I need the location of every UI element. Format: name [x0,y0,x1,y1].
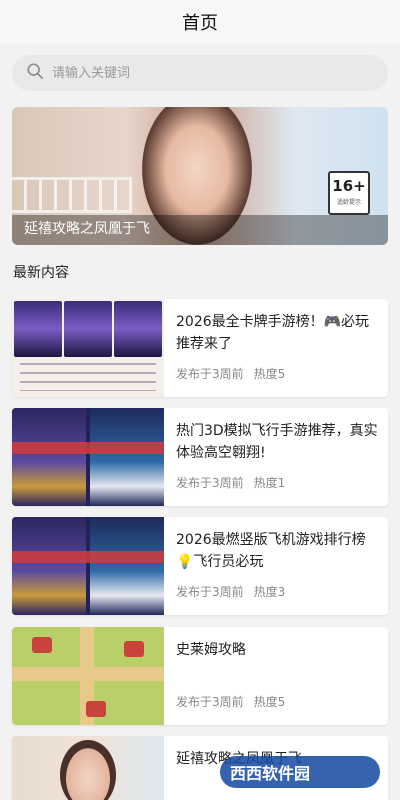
search-input[interactable] [52,65,352,81]
search-bar[interactable] [12,55,388,91]
article-meta: 发布于3周前 热度5 [176,693,285,710]
article-thumbnail [12,408,164,506]
article-published: 发布于3周前 [176,695,244,709]
age-rating: 16+ [332,177,366,195]
article-published: 发布于3周前 [176,585,244,599]
site-watermark: 西西软件园 [220,756,380,788]
top-bar: 首页 [0,0,400,44]
article-title: 2026最燃竖版飞机游戏排行榜💡飞行员必玩 [176,532,366,570]
featured-banner[interactable]: 16+ 适龄提示 延禧攻略之凤凰于飞 [12,107,388,245]
article-published: 发布于3周前 [176,367,244,381]
article-thumbnail [12,627,164,725]
age-note: 适龄提示 [336,199,361,206]
article-heat: 热度3 [253,585,286,599]
article-thumbnail [12,299,164,397]
article-meta: 发布于3周前 热度5 [176,365,285,382]
article-heat: 热度5 [253,695,286,709]
section-title: 最新内容 [13,265,69,281]
article-published: 发布于3周前 [176,476,244,490]
article-heat: 热度5 [253,367,286,381]
article-card[interactable]: 史莱姆攻略 发布于3周前 热度5 [12,627,388,725]
article-thumbnail [12,517,164,615]
article-meta: 发布于3周前 热度1 [176,474,285,491]
article-card[interactable]: 热门3D模拟飞行手游推荐，真实体验高空翱翔! 发布于3周前 热度1 [12,408,388,506]
article-meta: 发布于3周前 热度3 [176,583,285,600]
article-thumbnail [12,736,164,800]
article-card[interactable]: 2026最燃竖版飞机游戏排行榜💡飞行员必玩 发布于3周前 热度3 [12,517,388,615]
page-title: 首页 [182,13,218,34]
article-title: 2026最全卡牌手游榜！🎮必玩推荐来了 [176,314,370,352]
article-title: 热门3D模拟飞行手游推荐，真实体验高空翱翔! [176,423,378,461]
banner-caption: 延禧攻略之凤凰于飞 [24,221,150,237]
search-icon [26,62,44,84]
article-card[interactable]: 2026最全卡牌手游榜！🎮必玩推荐来了 发布于3周前 热度5 [12,299,388,397]
banner-image-railing [12,177,132,213]
article-title: 史莱姆攻略 [176,642,246,658]
age-rating-badge: 16+ 适龄提示 [328,171,370,215]
watermark-text: 西西软件园 [230,764,311,783]
article-heat: 热度1 [253,476,286,490]
